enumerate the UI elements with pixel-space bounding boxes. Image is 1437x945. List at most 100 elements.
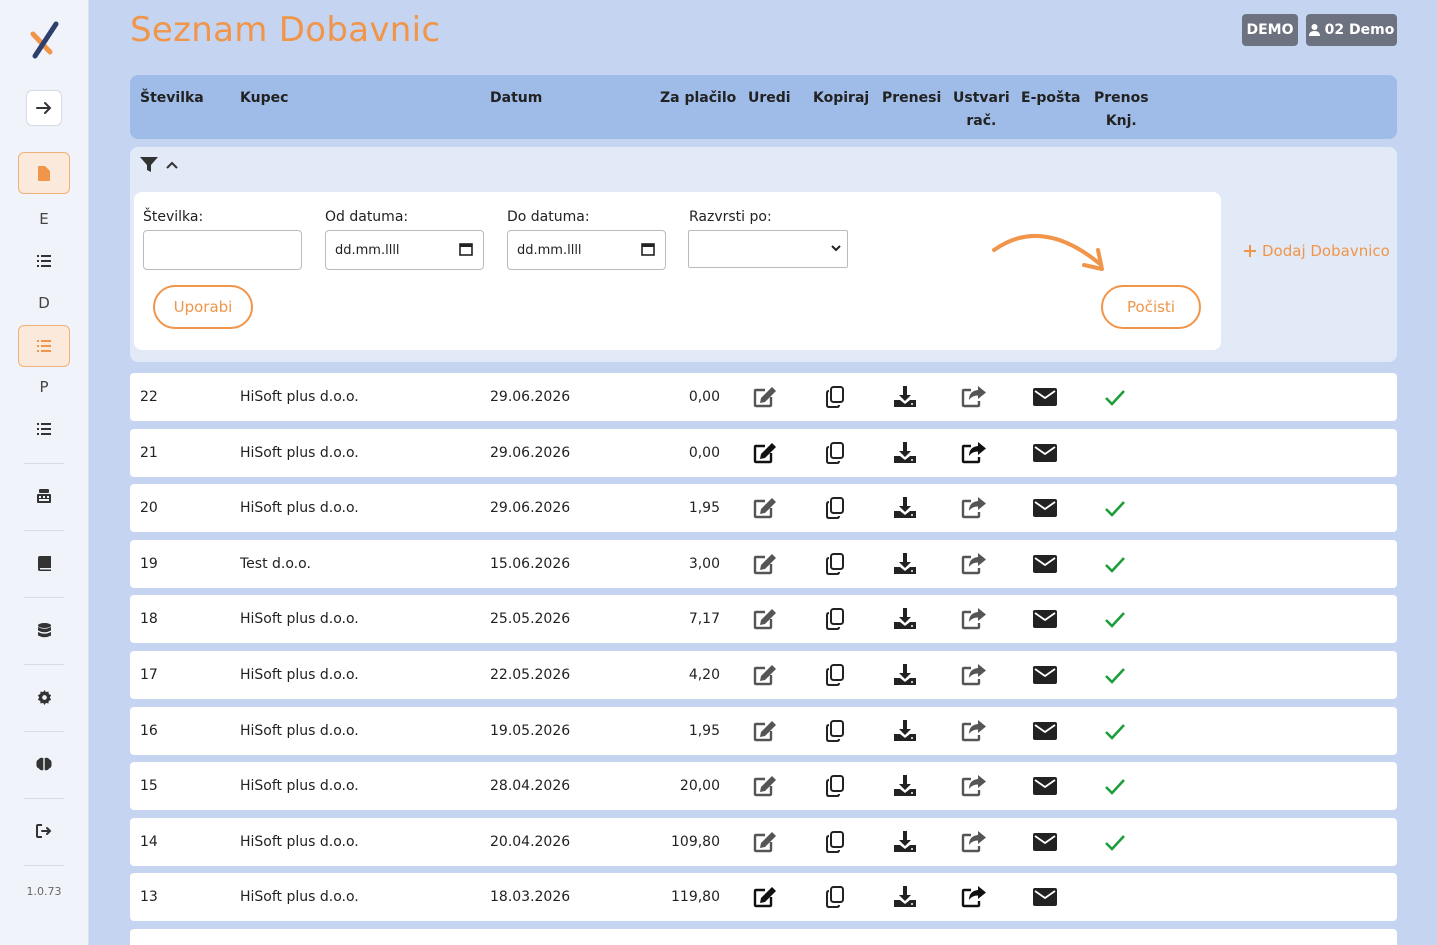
filter-toggle[interactable]: [140, 157, 178, 173]
download-button[interactable]: [892, 884, 918, 910]
add-dobavnica-button[interactable]: Dodaj Dobavnico: [1243, 242, 1390, 260]
edit-button[interactable]: [752, 884, 778, 910]
sidebar-divider: [24, 865, 64, 866]
copy-icon: [826, 831, 844, 853]
create-invoice-button[interactable]: [961, 884, 987, 910]
create-invoice-button[interactable]: [961, 384, 987, 410]
brain-icon: [36, 757, 52, 771]
download-button[interactable]: [892, 662, 918, 688]
envelope-icon: [1033, 499, 1057, 517]
download-button[interactable]: [892, 551, 918, 577]
stevilka-input[interactable]: [143, 230, 302, 270]
edit-button[interactable]: [752, 440, 778, 466]
table-row[interactable]: [130, 929, 1397, 945]
copy-button[interactable]: [822, 773, 848, 799]
copy-button[interactable]: [822, 384, 848, 410]
email-button[interactable]: [1032, 440, 1058, 466]
email-button[interactable]: [1032, 773, 1058, 799]
email-button[interactable]: [1032, 718, 1058, 744]
create-invoice-button[interactable]: [961, 773, 987, 799]
table-row[interactable]: 15 HiSoft plus d.o.o. 28.04.2026 20,00: [130, 762, 1397, 810]
download-button[interactable]: [892, 718, 918, 744]
user-menu-button[interactable]: 02 Demo: [1306, 14, 1397, 46]
sidebar-item-list-e[interactable]: [26, 243, 62, 279]
create-invoice-button[interactable]: [961, 662, 987, 688]
cash-register-icon: [37, 489, 51, 503]
email-button[interactable]: [1032, 662, 1058, 688]
download-button[interactable]: [892, 495, 918, 521]
table-row[interactable]: 21 HiSoft plus d.o.o. 29.06.2026 0,00: [130, 429, 1397, 477]
table-row[interactable]: 19 Test d.o.o. 15.06.2026 3,00: [130, 540, 1397, 588]
table-row[interactable]: 16 HiSoft plus d.o.o. 19.05.2026 1,95: [130, 707, 1397, 755]
copy-icon: [826, 664, 844, 686]
expand-sidebar-button[interactable]: [26, 90, 62, 126]
calendar-icon[interactable]: [641, 242, 655, 256]
clear-button[interactable]: Počisti: [1101, 285, 1201, 329]
copy-button[interactable]: [822, 606, 848, 632]
download-button[interactable]: [892, 773, 918, 799]
download-icon: [894, 720, 916, 741]
table-row[interactable]: 20 HiSoft plus d.o.o. 29.06.2026 1,95: [130, 484, 1397, 532]
edit-button[interactable]: [752, 606, 778, 632]
calendar-icon[interactable]: [459, 242, 473, 256]
download-button[interactable]: [892, 829, 918, 855]
copy-button[interactable]: [822, 440, 848, 466]
do-datuma-label: Do datuma:: [507, 209, 590, 225]
do-datuma-input[interactable]: dd.mm.llll: [507, 230, 666, 270]
copy-button[interactable]: [822, 662, 848, 688]
email-button[interactable]: [1032, 384, 1058, 410]
column-header-stevilka[interactable]: Številka: [140, 87, 204, 110]
email-button[interactable]: [1032, 495, 1058, 521]
copy-button[interactable]: [822, 884, 848, 910]
email-button[interactable]: [1032, 606, 1058, 632]
table-row[interactable]: 14 HiSoft plus d.o.o. 20.04.2026 109,80: [130, 818, 1397, 866]
email-button[interactable]: [1032, 884, 1058, 910]
download-button[interactable]: [892, 440, 918, 466]
sidebar-item-brain[interactable]: [26, 746, 62, 782]
sidebar-item-book[interactable]: [26, 545, 62, 581]
download-button[interactable]: [892, 606, 918, 632]
sidebar-item-cash-register[interactable]: [26, 478, 62, 514]
app-logo-icon[interactable]: [28, 20, 62, 60]
table-row[interactable]: 18 HiSoft plus d.o.o. 25.05.2026 7,17: [130, 595, 1397, 643]
copy-button[interactable]: [822, 551, 848, 577]
edit-button[interactable]: [752, 662, 778, 688]
column-header-datum[interactable]: Datum: [490, 87, 542, 110]
sidebar-item-list-d[interactable]: [18, 325, 70, 367]
apply-button[interactable]: Uporabi: [153, 285, 253, 329]
edit-button[interactable]: [752, 718, 778, 744]
sidebar-item-documents[interactable]: [18, 152, 70, 194]
edit-button[interactable]: [752, 773, 778, 799]
email-button[interactable]: [1032, 551, 1058, 577]
edit-button[interactable]: [752, 384, 778, 410]
logout-button[interactable]: [26, 813, 62, 849]
transferred-status: [1102, 384, 1128, 410]
column-header-za-placilo[interactable]: Za plačilo: [660, 87, 736, 110]
sidebar-item-d[interactable]: D: [26, 294, 62, 312]
create-invoice-button[interactable]: [961, 551, 987, 577]
od-datuma-input[interactable]: dd.mm.llll: [325, 230, 484, 270]
sidebar-item-database[interactable]: [26, 612, 62, 648]
create-invoice-button[interactable]: [961, 829, 987, 855]
table-row[interactable]: 22 HiSoft plus d.o.o. 29.06.2026 0,00: [130, 373, 1397, 421]
edit-button[interactable]: [752, 829, 778, 855]
edit-button[interactable]: [752, 495, 778, 521]
table-row[interactable]: 13 HiSoft plus d.o.o. 18.03.2026 119,80: [130, 873, 1397, 921]
sidebar-item-e[interactable]: E: [26, 210, 62, 228]
sidebar-item-settings[interactable]: [26, 679, 62, 715]
sidebar-item-list-p[interactable]: [26, 411, 62, 447]
copy-button[interactable]: [822, 718, 848, 744]
create-invoice-button[interactable]: [961, 495, 987, 521]
sidebar-item-p[interactable]: P: [26, 378, 62, 396]
email-button[interactable]: [1032, 829, 1058, 855]
column-header-kupec[interactable]: Kupec: [240, 87, 288, 110]
copy-button[interactable]: [822, 829, 848, 855]
download-button[interactable]: [892, 384, 918, 410]
create-invoice-button[interactable]: [961, 718, 987, 744]
create-invoice-button[interactable]: [961, 606, 987, 632]
create-invoice-button[interactable]: [961, 440, 987, 466]
table-row[interactable]: 17 HiSoft plus d.o.o. 22.05.2026 4,20: [130, 651, 1397, 699]
copy-button[interactable]: [822, 495, 848, 521]
razvrsti-select[interactable]: [688, 230, 848, 268]
edit-button[interactable]: [752, 551, 778, 577]
